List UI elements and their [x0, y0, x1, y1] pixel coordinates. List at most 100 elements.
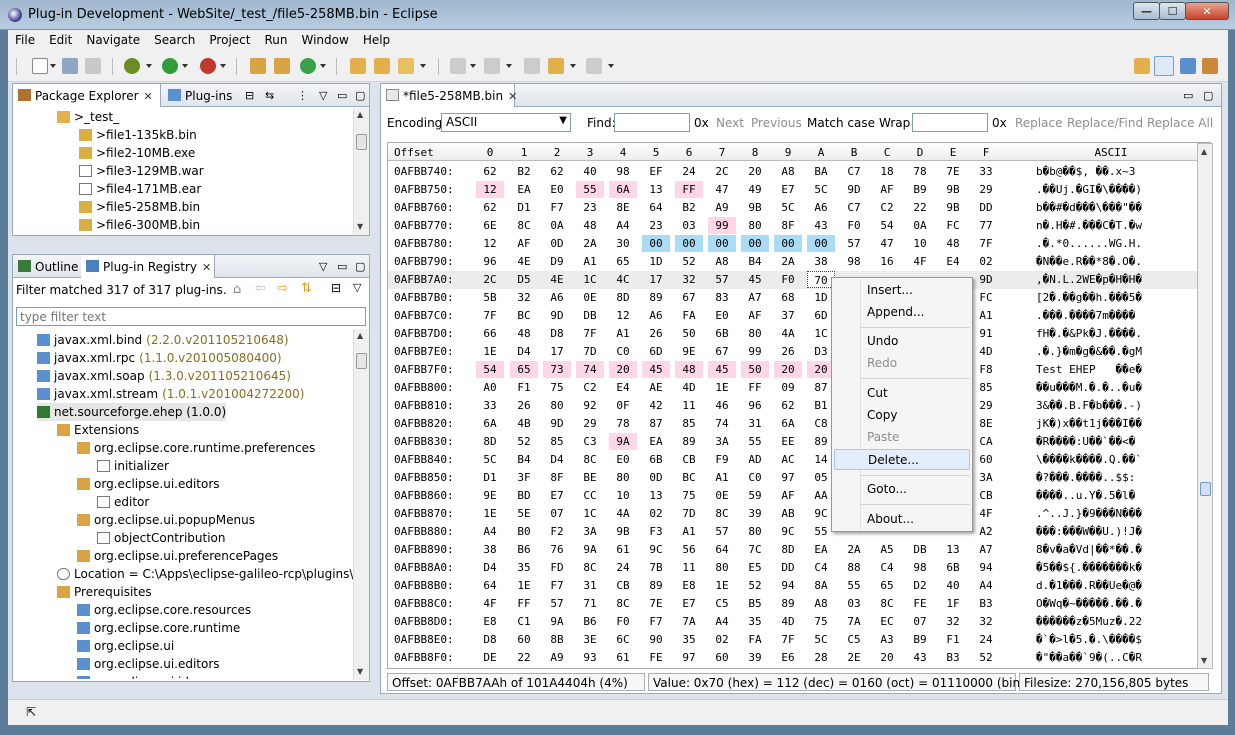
- hex-byte-cell[interactable]: 1E: [708, 379, 736, 396]
- hex-byte-cell[interactable]: 02: [972, 253, 1000, 270]
- hex-byte-cell[interactable]: 00: [774, 235, 802, 252]
- tree-item[interactable]: org.eclipse.core.resources: [77, 601, 251, 619]
- hex-row[interactable]: 0AFBB7B0: 5B 32 A6 0E 8D 89 67 83 A7 68 1D FC [2�.��g…: [388, 289, 1198, 307]
- hex-byte-cell[interactable]: 1D: [642, 253, 670, 270]
- hex-byte-cell[interactable]: 0E: [576, 289, 604, 306]
- hex-row[interactable]: 0AFBB860: 9E BD E7 CC 10 13 75 0E 59 AF AA CB ����..u…: [388, 487, 1198, 505]
- tab-package-explorer[interactable]: Package Explorer ✕: [13, 84, 161, 107]
- hex-byte-cell[interactable]: AF: [774, 487, 802, 504]
- tree-item[interactable]: >file1-135kB.bin: [79, 126, 197, 144]
- hex-byte-cell[interactable]: AB: [774, 505, 802, 522]
- package-scrollbar[interactable]: ▲ ▼: [353, 108, 369, 235]
- launch-icon[interactable]: [398, 58, 414, 74]
- hex-byte-cell[interactable]: AC: [774, 451, 802, 468]
- hex-row[interactable]: 0AFBB7F0: 54 65 73 74 20 45 48 45 50 20 20 F8 Test EH…: [388, 361, 1198, 379]
- new-feature-icon[interactable]: [274, 58, 290, 74]
- hex-row[interactable]: 0AFBB8B0: 64 1E F7 31 CB 89 E8 1E 52 94 8A 55 65 D2 40 A…: [388, 577, 1198, 595]
- hex-byte-cell[interactable]: 5C: [476, 451, 504, 468]
- hex-byte-cell[interactable]: 8C: [873, 595, 901, 612]
- hex-byte-cell[interactable]: EA: [510, 181, 538, 198]
- hex-byte-cell[interactable]: 9A: [543, 613, 571, 630]
- hex-byte-cell[interactable]: B5: [741, 595, 769, 612]
- hex-byte-cell[interactable]: 9B: [939, 199, 967, 216]
- tab-plugins[interactable]: Plug-ins: [163, 84, 238, 107]
- hex-byte-cell[interactable]: C0: [741, 469, 769, 486]
- hex-byte-cell[interactable]: 2A: [576, 235, 604, 252]
- plugin-perspective-icon[interactable]: [1154, 56, 1174, 76]
- hex-byte-cell[interactable]: 75: [675, 487, 703, 504]
- hex-byte-cell[interactable]: DD: [972, 199, 1000, 216]
- hex-byte-cell[interactable]: 5C: [807, 181, 835, 198]
- hex-byte-cell[interactable]: 61: [609, 541, 637, 558]
- open-perspective-icon[interactable]: [1134, 58, 1150, 74]
- hex-row[interactable]: 0AFBB8F0: DE 22 A9 93 61 FE 97 60 39 E6 28 2E 20 43 B3 5…: [388, 649, 1198, 667]
- menu-run[interactable]: Run: [257, 33, 294, 47]
- tree-item[interactable]: >file3-129MB.war: [79, 162, 204, 180]
- hex-byte-cell[interactable]: 49: [741, 181, 769, 198]
- hex-byte-cell[interactable]: 52: [675, 253, 703, 270]
- hex-byte-cell[interactable]: 48: [675, 361, 703, 378]
- hex-byte-cell[interactable]: E8: [675, 577, 703, 594]
- hex-row[interactable]: 0AFBB7A0: 2C D5 4E 1C 4C 17 32 57 45 F0 70 9D ,�N.L.2…: [388, 271, 1198, 289]
- hex-byte-cell[interactable]: 8F: [543, 469, 571, 486]
- hex-byte-cell[interactable]: 12: [476, 235, 504, 252]
- hex-byte-cell[interactable]: 13: [642, 487, 670, 504]
- tree-item[interactable]: org.eclipse.core.runtime.preferences: [77, 439, 315, 457]
- minimize-view-icon[interactable]: ▭: [337, 260, 347, 273]
- hex-row[interactable]: 0AFBB780: 12 AF 0D 2A 30 00 00 00 00 00 00 57 47 10 48 7…: [388, 235, 1198, 253]
- hex-byte-cell[interactable]: 4E: [510, 253, 538, 270]
- hex-byte-cell[interactable]: 5B: [476, 289, 504, 306]
- hex-byte-cell[interactable]: EC: [873, 613, 901, 630]
- hex-byte-cell[interactable]: 8B: [543, 631, 571, 648]
- hex-byte-cell[interactable]: D8: [543, 325, 571, 342]
- hex-byte-cell[interactable]: B3: [972, 595, 1000, 612]
- tree-item[interactable]: org.eclipse.ui.editors: [77, 475, 220, 493]
- hex-byte-cell[interactable]: F8: [972, 361, 1000, 378]
- menu-about[interactable]: About...: [834, 509, 970, 530]
- hex-byte-cell[interactable]: AF: [741, 307, 769, 324]
- hex-byte-cell[interactable]: 80: [741, 523, 769, 540]
- menu-redo[interactable]: Redo: [834, 353, 970, 374]
- hex-byte-cell[interactable]: 30: [609, 235, 637, 252]
- hex-byte-cell[interactable]: 10: [906, 235, 934, 252]
- hex-byte-cell[interactable]: 32: [972, 613, 1000, 630]
- hex-row[interactable]: 0AFBB820: 6A 4B 9D 29 78 87 85 74 31 6A C8 8E jK�)x��…: [388, 415, 1198, 433]
- hex-byte-cell[interactable]: DE: [476, 649, 504, 666]
- hex-byte-cell[interactable]: 4F: [476, 595, 504, 612]
- hex-row[interactable]: 0AFBB8A0: D4 35 FD 8C 24 7B 11 80 E5 DD C4 88 C4 98 6B 9…: [388, 559, 1198, 577]
- hex-byte-cell[interactable]: 91: [972, 325, 1000, 342]
- hex-byte-cell[interactable]: 24: [675, 163, 703, 180]
- tree-item[interactable]: >_test_: [57, 110, 119, 126]
- match-case-checkbox[interactable]: Match case: [807, 116, 875, 130]
- hex-row[interactable]: 0AFBB750: 12 EA E0 55 6A 13 FF 47 49 E7 5C 9D AF B9 9B 2…: [388, 181, 1198, 199]
- hex-byte-cell[interactable]: 4F: [972, 505, 1000, 522]
- hex-byte-cell[interactable]: 3A: [708, 433, 736, 450]
- hex-byte-cell[interactable]: FE: [906, 595, 934, 612]
- collapse-all-icon[interactable]: ⊟: [245, 89, 254, 102]
- hex-byte-cell[interactable]: 4D: [972, 343, 1000, 360]
- tree-item[interactable]: editor: [97, 493, 149, 511]
- hex-byte-cell[interactable]: A5: [873, 541, 901, 558]
- hex-byte-cell[interactable]: 68: [774, 289, 802, 306]
- hex-byte-cell[interactable]: 6B: [642, 451, 670, 468]
- hex-byte-cell[interactable]: 98: [609, 163, 637, 180]
- hex-byte-cell[interactable]: 38: [476, 541, 504, 558]
- hex-byte-cell[interactable]: 0F: [609, 397, 637, 414]
- hex-byte-cell[interactable]: 9D: [543, 307, 571, 324]
- replace-input[interactable]: [912, 113, 988, 132]
- close-tab-icon[interactable]: ✕: [144, 90, 153, 103]
- hex-byte-cell[interactable]: 62: [476, 199, 504, 216]
- hex-byte-cell[interactable]: 9D: [972, 271, 1000, 288]
- hex-byte-cell[interactable]: FD: [543, 559, 571, 576]
- hex-byte-cell[interactable]: 03: [675, 217, 703, 234]
- hex-byte-cell[interactable]: 33: [972, 163, 1000, 180]
- hex-byte-cell[interactable]: 1E: [476, 343, 504, 360]
- hex-byte-cell[interactable]: 57: [708, 271, 736, 288]
- hex-row[interactable]: 0AFBB770: 6E 8C 0A 48 A4 23 03 99 80 8F 43 F0 54 0A FC 7…: [388, 217, 1198, 235]
- encoding-select[interactable]: ASCII ▼: [441, 113, 571, 132]
- hex-byte-cell[interactable]: 7D: [576, 343, 604, 360]
- hex-byte-cell[interactable]: 9D: [840, 181, 868, 198]
- tree-item[interactable]: org.eclipse.ui: [77, 637, 174, 655]
- hex-byte-cell[interactable]: 48: [939, 235, 967, 252]
- hex-byte-cell[interactable]: C1: [510, 613, 538, 630]
